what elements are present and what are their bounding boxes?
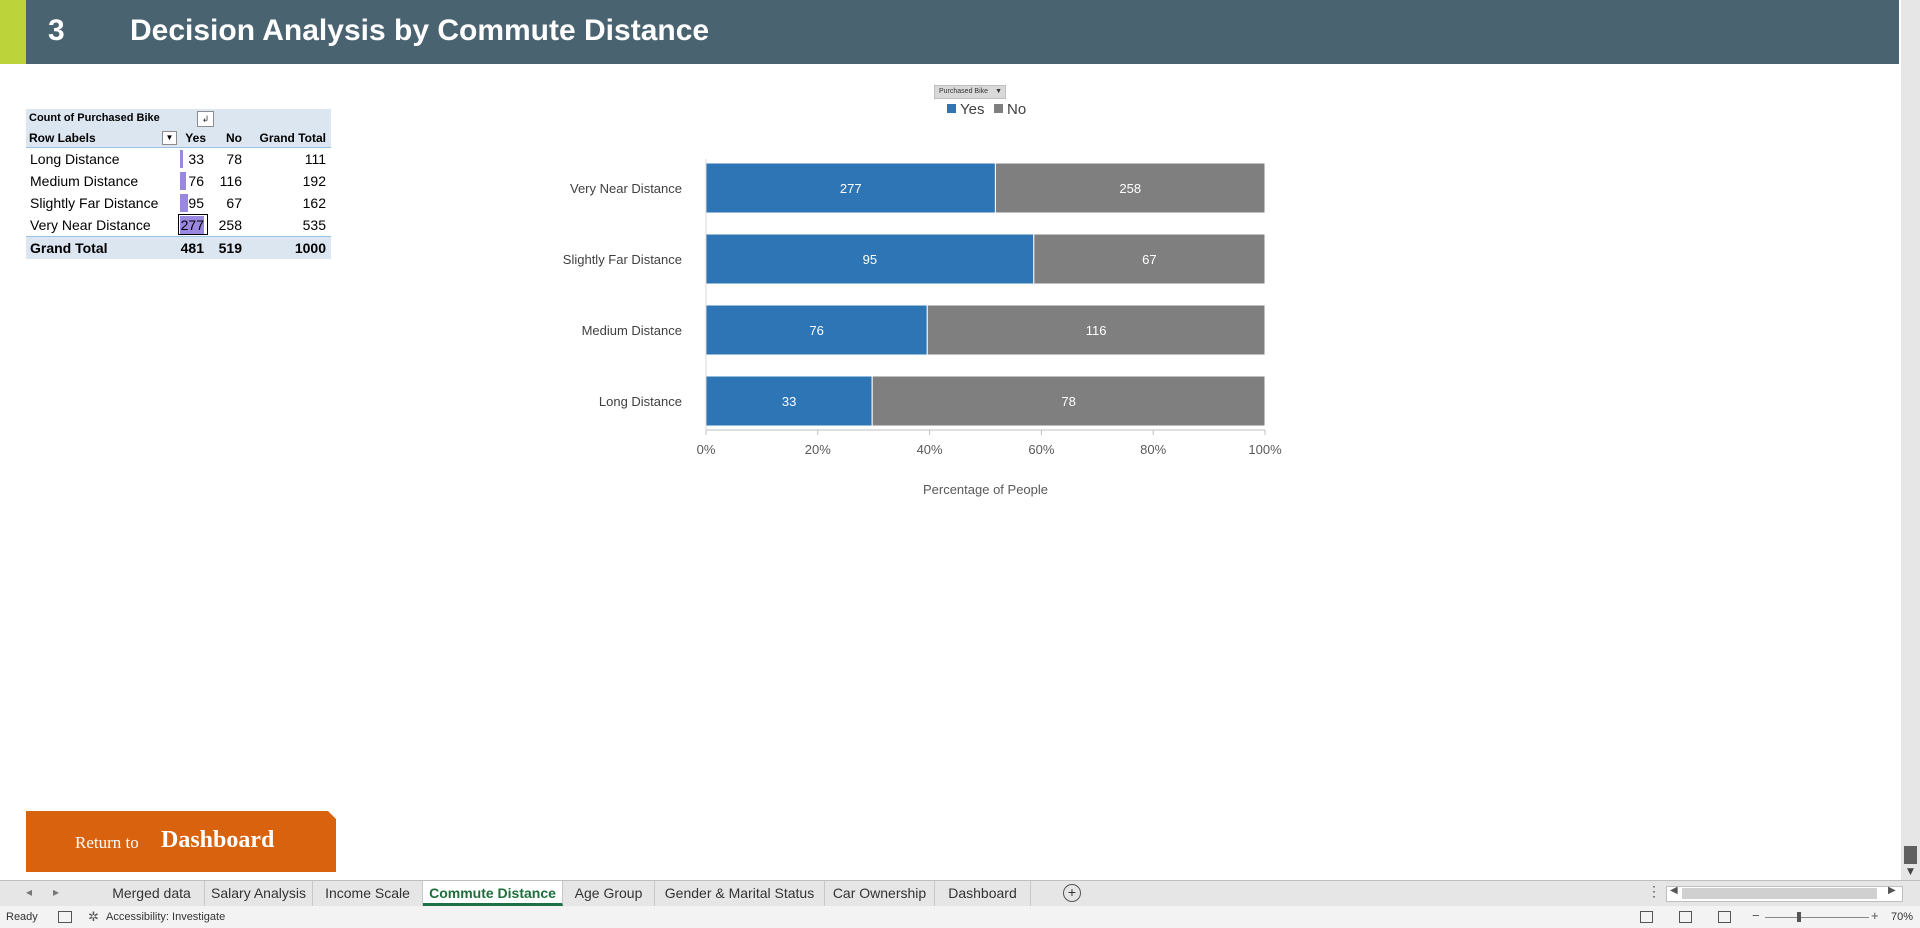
- status-bar: Ready ✲ Accessibility: Investigate − + 7…: [0, 906, 1920, 928]
- zoom-slider[interactable]: [1765, 917, 1869, 918]
- yes-count-cell[interactable]: 95: [178, 195, 204, 211]
- zoom-level[interactable]: 70%: [1891, 911, 1913, 923]
- row-label[interactable]: Slightly Far Distance: [30, 195, 158, 211]
- no-count-cell[interactable]: 67: [212, 195, 242, 211]
- row-label[interactable]: Very Near Distance: [30, 217, 151, 233]
- table-row[interactable]: Medium Distance 76 116 192: [26, 170, 331, 192]
- macro-recording-icon[interactable]: [58, 911, 72, 923]
- no-count-cell[interactable]: 78: [212, 151, 242, 167]
- sheet-tab[interactable]: Gender & Marital Status: [655, 881, 825, 906]
- x-tick-label: 20%: [805, 442, 831, 457]
- data-label: 33: [782, 394, 796, 409]
- page-break-preview-icon[interactable]: [1718, 911, 1731, 923]
- return-button-prefix: Return to: [75, 833, 139, 852]
- data-label: 78: [1061, 394, 1075, 409]
- pivot-header-row: Row Labels ▼ Yes No Grand Total: [26, 128, 331, 148]
- sheet-tab[interactable]: Commute Distance: [423, 881, 563, 906]
- row-labels-header[interactable]: Row Labels: [29, 131, 96, 145]
- scroll-down-arrow-icon[interactable]: ▼: [1903, 866, 1918, 878]
- zoom-slider-thumb[interactable]: [1797, 912, 1801, 922]
- pivot-body: Long Distance 33 78 111 Medium Distance 76 116…: [26, 148, 331, 236]
- no-column-header[interactable]: No: [212, 131, 242, 145]
- x-tick-label: 0%: [697, 442, 716, 457]
- filter-dropdown-icon[interactable]: ▼: [162, 131, 177, 145]
- table-row[interactable]: Long Distance 33 78 111: [26, 148, 331, 170]
- horizontal-scrollbar-thumb[interactable]: [1682, 888, 1877, 899]
- scroll-left-arrow-icon[interactable]: ◀: [1670, 885, 1678, 896]
- category-label: Very Near Distance: [570, 181, 682, 196]
- accessibility-icon[interactable]: ✲: [88, 909, 99, 925]
- vertical-scrollbar[interactable]: [1901, 0, 1920, 880]
- previous-sheet-icon[interactable]: ◂: [26, 885, 32, 899]
- grand-total-label: Grand Total: [30, 240, 108, 256]
- x-tick-label: 60%: [1028, 442, 1054, 457]
- grand-total-yes: 481: [180, 240, 204, 256]
- x-tick-label: 80%: [1140, 442, 1166, 457]
- sheet-tab[interactable]: Salary Analysis: [205, 881, 313, 906]
- return-button-target: Dashboard: [161, 827, 275, 853]
- sheet-tab[interactable]: Income Scale: [313, 881, 423, 906]
- row-total-cell[interactable]: 535: [256, 217, 326, 233]
- more-options-icon[interactable]: ⋮: [1647, 883, 1661, 900]
- sort-icon[interactable]: ↲: [197, 111, 214, 127]
- section-number: 3: [48, 14, 65, 47]
- sheet-tab-bar: ◂ ▸ Merged data Salary Analysis Income Sca…: [0, 880, 1920, 906]
- status-ready: Ready: [6, 911, 38, 923]
- no-count-cell[interactable]: 116: [212, 173, 242, 189]
- yes-column-header[interactable]: Yes: [178, 131, 206, 145]
- grand-total-column-header[interactable]: Grand Total: [256, 131, 326, 145]
- row-label[interactable]: Long Distance: [30, 151, 120, 167]
- table-row[interactable]: Very Near Distance 277 258 535: [26, 214, 331, 236]
- grand-total-no: 519: [218, 240, 242, 256]
- x-tick-label: 40%: [917, 442, 943, 457]
- row-total-cell[interactable]: 162: [256, 195, 326, 211]
- sheet-tab[interactable]: Merged data: [99, 881, 205, 906]
- zoom-out-icon[interactable]: −: [1752, 908, 1760, 923]
- row-label[interactable]: Medium Distance: [30, 173, 138, 189]
- row-total-cell[interactable]: 192: [256, 173, 326, 189]
- page-layout-view-icon[interactable]: [1679, 911, 1692, 923]
- stacked-bar-chart[interactable]: Purchased Bike ▼ Yes No 277 258 Very Near …: [540, 82, 1300, 522]
- header-accent-bar: [0, 0, 26, 64]
- vertical-scrollbar-thumb[interactable]: [1904, 846, 1917, 864]
- sheet-tab[interactable]: Car Ownership: [825, 881, 935, 906]
- zoom-in-icon[interactable]: +: [1871, 908, 1879, 923]
- pivot-grand-total-row[interactable]: Grand Total 481 519 1000: [26, 236, 331, 259]
- x-tick-label: 100%: [1248, 442, 1282, 457]
- selected-cell-outline: [178, 214, 208, 235]
- category-label: Slightly Far Distance: [563, 252, 682, 267]
- sheet-tab[interactable]: Age Group: [563, 881, 655, 906]
- pivot-table[interactable]: Count of Purchased Bike ↲ Row Labels ▼ Y…: [26, 109, 331, 259]
- normal-view-icon[interactable]: [1640, 911, 1653, 923]
- data-label: 258: [1119, 181, 1141, 196]
- data-label: 95: [863, 252, 877, 267]
- data-label: 67: [1142, 252, 1156, 267]
- add-sheet-icon[interactable]: +: [1063, 884, 1081, 902]
- chart-plot: 277 258 Very Near Distance 95 67 Slightly Far…: [563, 159, 1282, 497]
- return-to-dashboard-button[interactable]: Return to Dashboard: [26, 811, 336, 872]
- yes-count-cell[interactable]: 76: [178, 173, 204, 189]
- grand-total-all: 1000: [294, 240, 326, 256]
- pivot-value-field-label[interactable]: Count of Purchased Bike: [29, 112, 160, 124]
- x-axis-title: Percentage of People: [923, 482, 1048, 497]
- data-label: 76: [809, 323, 823, 338]
- data-label: 116: [1086, 323, 1107, 338]
- pivot-title-row: Count of Purchased Bike ↲: [26, 109, 331, 128]
- table-row[interactable]: Slightly Far Distance 95 67 162: [26, 192, 331, 214]
- scroll-right-arrow-icon[interactable]: ▶: [1888, 885, 1896, 896]
- no-count-cell[interactable]: 258: [212, 217, 242, 233]
- page-title: Decision Analysis by Commute Distance: [130, 14, 710, 47]
- category-label: Medium Distance: [582, 323, 682, 338]
- accessibility-status[interactable]: Accessibility: Investigate: [106, 911, 225, 923]
- sheet-header-banner: 3 Decision Analysis by Commute Distance: [0, 0, 1899, 64]
- yes-count-cell[interactable]: 33: [178, 151, 204, 167]
- row-total-cell[interactable]: 111: [256, 151, 326, 167]
- data-label: 277: [840, 181, 862, 196]
- next-sheet-icon[interactable]: ▸: [53, 885, 59, 899]
- sheet-tab[interactable]: Dashboard: [935, 881, 1031, 906]
- category-label: Long Distance: [599, 394, 682, 409]
